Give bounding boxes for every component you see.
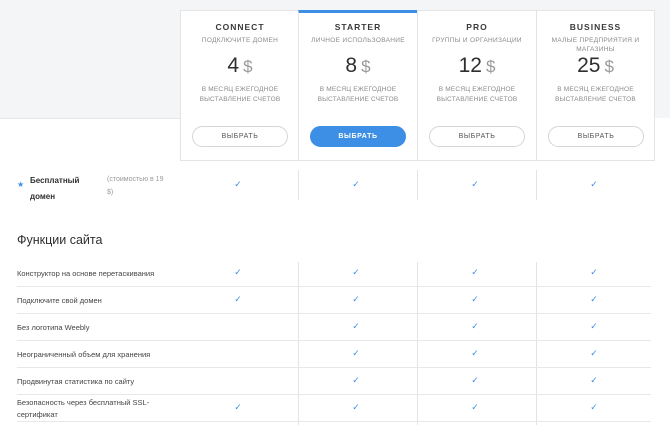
feature-row: Безопасность через бесплатный SSL-сертиф… [17,395,651,422]
plan-price: 25 $ [537,54,654,78]
checkmark-icon: ✓ [471,294,479,304]
select-business-button[interactable]: ВЫБРАТЬ [548,126,644,147]
plan-subtitle: ЛИЧНОЕ ИСПОЛЬЗОВАНИЕ [311,37,405,44]
checkmark-icon: ✓ [471,179,479,189]
column-divider [536,170,537,200]
price-currency: $ [243,57,253,76]
plan-billing-period: В МЕСЯЦ ЕЖЕГОДНОЕ ВЫСТАВЛЕНИЕ СЧЕТОВ [317,86,399,103]
feature-row: Конструктор на основе перетаскивания [17,260,651,287]
plan-name: BUSINESS [569,22,622,32]
feature-row: Неограниченный объем для хранения [17,341,651,368]
checkmark-icon: ✓ [590,294,598,304]
price-currency: $ [361,57,371,76]
feature-label: Безопасность через бесплатный SSL-сертиф… [17,397,150,419]
price-currency: $ [604,57,614,76]
price-currency: $ [485,57,496,76]
checkmark-icon: ✓ [590,321,598,331]
checkmark-icon: ✓ [471,348,479,358]
free-domain-label: Бесплатный домен [30,176,80,201]
checkmark-icon: ✓ [590,402,598,412]
plan-billing-period: В МЕСЯЦ ЕЖЕГОДНОЕ ВЫСТАВЛЕНИЕ СЧЕТОВ [436,86,518,103]
feature-row: Подключите свой домен [17,287,651,314]
header-divider [0,118,180,119]
checkmark-icon: ✓ [471,375,479,385]
price-value: 12 [458,54,482,77]
plan-billing-period: В МЕСЯЦ ЕЖЕГОДНОЕ ВЫСТАВЛЕНИЕ СЧЕТОВ [199,86,281,103]
checkmark-icon: ✓ [234,402,242,412]
select-connect-button[interactable]: ВЫБРАТЬ [192,126,288,147]
checkmark-icon: ✓ [234,179,242,189]
plan-name: CONNECT [215,22,265,32]
feature-label: Неограниченный объем для хранения [17,349,151,359]
select-starter-button[interactable]: ВЫБРАТЬ [310,126,406,147]
checkmark-icon: ✓ [471,321,479,331]
plan-name: PRO [466,22,488,32]
plan-card-business: BUSINESS МАЛЫЕ ПРЕДПРИЯТИЯ И МАГАЗИНЫ 25… [536,10,655,161]
feature-label: Без логотипа Weebly [17,322,90,332]
checkmark-icon: ✓ [471,402,479,412]
checkmark-icon: ✓ [590,375,598,385]
checkmark-icon: ✓ [352,348,360,358]
checkmark-icon: ✓ [352,375,360,385]
feature-label: Продвинутая статистика по сайту [17,376,135,386]
plan-card-pro: PRO ГРУППЫ И ОРГАНИЗАЦИИ 12 $ В МЕСЯЦ ЕЖЕ… [417,10,536,161]
checkmark-icon: ✓ [352,179,360,189]
star-icon: ★ [17,180,25,189]
price-value: 8 [345,54,358,77]
checkmark-icon: ✓ [590,179,598,189]
free-domain-note: (стоимостью в 19 $) [107,176,164,196]
price-value: 4 [227,54,240,77]
checkmark-icon: ✓ [471,267,479,277]
plan-price: 12 $ [418,54,536,78]
checkmark-icon: ✓ [352,321,360,331]
feature-label: Подключите свой домен [17,295,102,305]
feature-label: Конструктор на основе перетаскивания [17,268,155,278]
plan-billing-period: В МЕСЯЦ ЕЖЕГОДНОЕ ВЫСТАВЛЕНИЕ СЧЕТОВ [555,86,636,103]
plan-card-starter: STARTER ЛИЧНОЕ ИСПОЛЬЗОВАНИЕ 8 $ В МЕСЯЦ … [298,10,417,161]
column-divider [417,170,418,200]
checkmark-icon: ✓ [352,294,360,304]
plan-price: 4 $ [181,54,299,78]
plan-name: STARTER [334,22,382,32]
checkmark-icon: ✓ [590,267,598,277]
price-value: 25 [577,54,601,77]
checkmark-icon: ✓ [590,348,598,358]
column-divider [298,170,299,200]
checkmark-icon: ✓ [234,294,242,304]
plan-subtitle: МАЛЫЕ ПРЕДПРИЯТИЯ И МАГАЗИНЫ [551,37,640,53]
checkmark-icon: ✓ [234,267,242,277]
section-title: Функции сайта [17,233,103,247]
plan-subtitle: ГРУППЫ И ОРГАНИЗАЦИИ [432,37,522,44]
checkmark-icon: ✓ [352,402,360,412]
plan-price: 8 $ [299,54,417,78]
plan-card-connect: CONNECT ПОДКЛЮЧИТЕ ДОМЕН 4 $ В МЕСЯЦ ЕЖЕГ… [180,10,299,161]
checkmark-icon: ✓ [352,267,360,277]
plan-subtitle: ПОДКЛЮЧИТЕ ДОМЕН [201,37,279,44]
feature-row: Без логотипа Weebly [17,314,651,341]
select-pro-button[interactable]: ВЫБРАТЬ [429,126,525,147]
feature-row: Продвинутая статистика по сайту [17,368,651,395]
